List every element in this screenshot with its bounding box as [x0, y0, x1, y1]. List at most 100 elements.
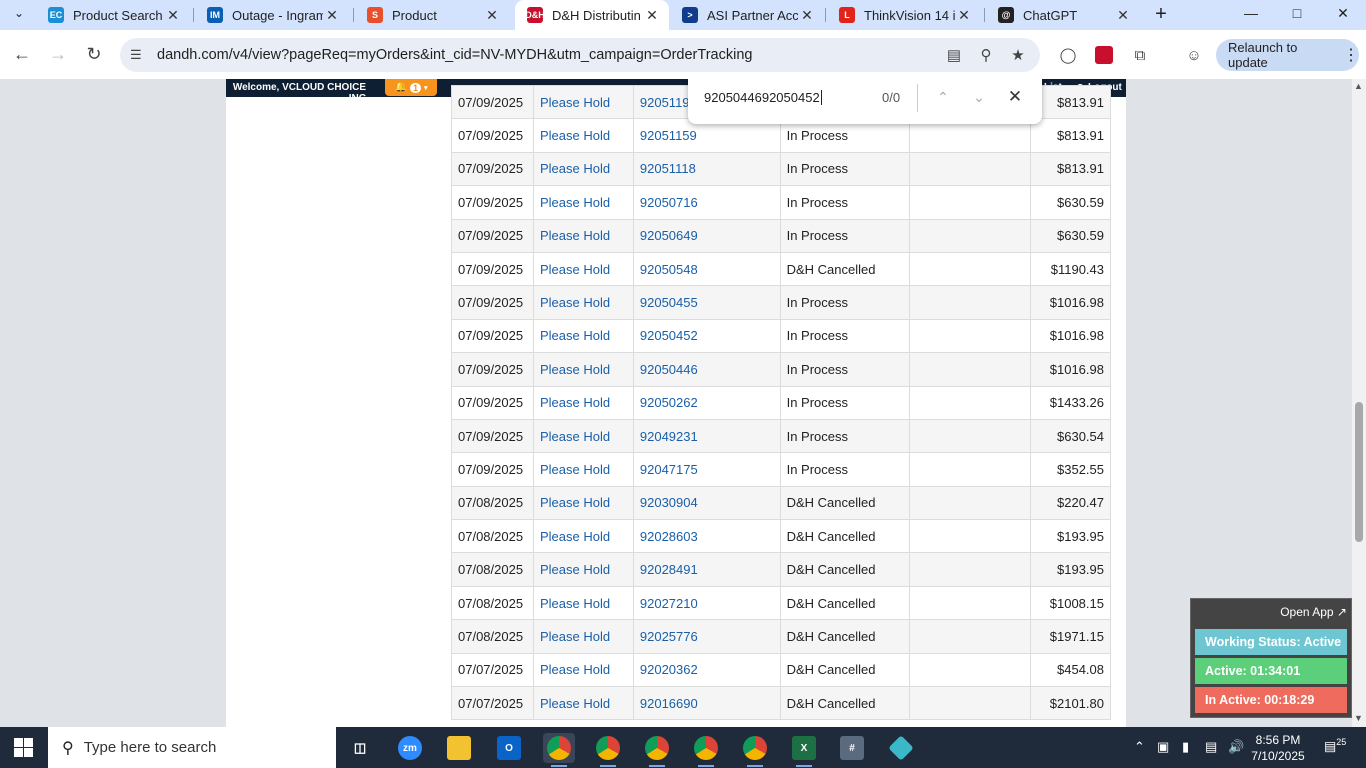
order-number-link[interactable]: 92027210 — [632, 585, 781, 621]
tab-close-icon[interactable]: ✕ — [323, 6, 341, 24]
order-action-link[interactable]: Please Hold — [532, 519, 634, 554]
forward-arrow-icon[interactable]: → — [46, 42, 70, 66]
system-clock[interactable]: 8:56 PM 7/10/2025 — [1248, 732, 1308, 764]
profile-avatar-icon[interactable]: ☺ — [1184, 45, 1204, 65]
new-tab-button[interactable]: + — [1150, 3, 1172, 25]
order-action-link[interactable]: Please Hold — [532, 452, 634, 487]
tab-close-icon[interactable]: ✕ — [164, 6, 182, 24]
network-icon[interactable]: ▤ — [1205, 739, 1217, 755]
find-previous-icon[interactable]: ⌃ — [932, 86, 954, 108]
order-number-link[interactable]: 92030904 — [632, 485, 781, 521]
page-search-icon[interactable]: ▤ — [944, 46, 964, 64]
order-action-link[interactable]: Please Hold — [532, 352, 634, 387]
order-number-link[interactable]: 92049231 — [632, 418, 781, 454]
order-number-link[interactable]: 92028491 — [632, 552, 781, 587]
find-next-icon[interactable]: ⌄ — [968, 86, 990, 108]
order-action-link[interactable]: Please Hold — [532, 652, 634, 688]
order-number-link[interactable]: 92025776 — [632, 619, 781, 654]
order-number-link[interactable]: 92020362 — [632, 652, 781, 688]
order-action-link[interactable]: Please Hold — [532, 151, 634, 187]
scroll-down-icon[interactable]: ▼ — [1354, 713, 1363, 723]
calculator-icon[interactable]: # — [836, 733, 868, 763]
address-bar[interactable]: ☰ dandh.com/v4/view?pageReq=myOrders&int… — [120, 38, 1040, 72]
show-hidden-icons-chevron-icon[interactable]: ⌃ — [1134, 739, 1145, 755]
scroll-up-icon[interactable]: ▲ — [1354, 81, 1363, 91]
globe-icon[interactable]: ◯ — [1058, 45, 1078, 65]
notification-center-icon[interactable]: ▤25 — [1324, 737, 1346, 754]
site-info-icon[interactable]: ☰ — [130, 47, 148, 63]
order-action-link[interactable]: Please Hold — [532, 251, 634, 287]
zoom-icon[interactable]: ⚲ — [976, 46, 996, 64]
tab-close-icon[interactable]: ✕ — [955, 6, 973, 24]
order-number-link[interactable]: 92047175 — [632, 452, 781, 487]
more-menu-icon[interactable]: ⋮ — [1343, 45, 1359, 65]
page-scrollbar[interactable]: ▲ ▼ — [1352, 79, 1366, 727]
meet-now-icon[interactable]: ▣ — [1157, 739, 1169, 755]
order-number-link[interactable]: 92050446 — [632, 352, 781, 387]
browser-tab[interactable]: L ThinkVision 14 ir ✕ — [827, 0, 981, 30]
chrome-icon-5[interactable] — [739, 733, 771, 767]
browser-tab[interactable]: D&H D&H Distributin ✕ — [515, 0, 669, 30]
scroll-thumb[interactable] — [1355, 402, 1363, 542]
order-number-link[interactable]: 92050649 — [632, 218, 781, 253]
order-action-link[interactable]: Please Hold — [532, 84, 634, 120]
order-number-link[interactable]: 92051118 — [632, 151, 781, 187]
order-action-link[interactable]: Please Hold — [532, 218, 634, 253]
order-action-link[interactable]: Please Hold — [532, 118, 634, 153]
order-action-link[interactable]: Please Hold — [532, 619, 634, 654]
volume-icon[interactable]: 🔊 — [1228, 739, 1244, 755]
tab-search-chevron-icon[interactable]: ⌄ — [6, 2, 32, 24]
browser-tab[interactable]: S Product ✕ — [355, 0, 509, 30]
minimize-button[interactable]: — — [1228, 0, 1274, 26]
outlook-icon[interactable]: O — [493, 733, 525, 763]
order-action-link[interactable]: Please Hold — [532, 385, 634, 420]
back-arrow-icon[interactable]: ← — [10, 42, 34, 66]
zoom-app-icon[interactable]: zm — [394, 733, 426, 763]
excel-icon[interactable]: X — [788, 733, 820, 767]
extensions-puzzle-icon[interactable]: ⧉ — [1130, 45, 1150, 65]
browser-tab[interactable]: IM Outage - Ingram ✕ — [195, 0, 349, 30]
order-number-link[interactable]: 92028603 — [632, 519, 781, 554]
browser-tab[interactable]: > ASI Partner Acce ✕ — [670, 0, 824, 30]
find-close-icon[interactable]: ✕ — [1004, 86, 1026, 108]
chrome-icon-1[interactable] — [543, 733, 575, 767]
battery-icon[interactable]: ▮ — [1182, 739, 1189, 755]
notification-button[interactable]: 🔔 1 ▾ — [385, 79, 437, 96]
bookmark-star-icon[interactable]: ★ — [1008, 46, 1028, 64]
chrome-icon-3[interactable] — [641, 733, 673, 767]
app-diamond-icon[interactable] — [885, 733, 917, 763]
order-number-link[interactable]: 92050716 — [632, 185, 781, 220]
close-window-button[interactable]: ✕ — [1320, 0, 1366, 26]
browser-tab[interactable]: EC Product Search F✕ — [36, 0, 190, 30]
order-number-link[interactable]: 92050455 — [632, 285, 781, 320]
order-action-link[interactable]: Please Hold — [532, 552, 634, 587]
taskbar-search-box[interactable]: ⚲ Type here to search — [48, 727, 336, 768]
order-action-link[interactable]: Please Hold — [532, 285, 634, 320]
find-input[interactable]: 9205044692050452 — [704, 90, 822, 105]
url-text[interactable]: dandh.com/v4/view?pageReq=myOrders&int_c… — [157, 47, 752, 63]
order-action-link[interactable]: Please Hold — [532, 485, 634, 521]
tab-close-icon[interactable]: ✕ — [1114, 6, 1132, 24]
order-action-link[interactable]: Please Hold — [532, 318, 634, 354]
reload-icon[interactable]: ↻ — [82, 42, 106, 66]
relaunch-button[interactable]: Relaunch to update ⋮ — [1216, 39, 1359, 71]
file-explorer-icon[interactable] — [443, 733, 475, 763]
order-action-link[interactable]: Please Hold — [532, 585, 634, 621]
order-number-link[interactable]: 92016690 — [632, 686, 781, 721]
browser-tab[interactable]: @ ChatGPT ✕ — [986, 0, 1140, 30]
order-number-link[interactable]: 92050262 — [632, 385, 781, 420]
order-number-link[interactable]: 92050452 — [632, 318, 781, 354]
windows-start-icon[interactable] — [14, 738, 34, 758]
tab-close-icon[interactable]: ✕ — [483, 6, 501, 24]
task-view-icon[interactable]: ◫ — [344, 733, 376, 763]
chrome-icon-2[interactable] — [592, 733, 624, 767]
order-number-link[interactable]: 92050548 — [632, 251, 781, 287]
maximize-button[interactable]: □ — [1274, 0, 1320, 26]
pdf-extension-icon[interactable] — [1094, 45, 1114, 65]
chrome-icon-4[interactable] — [690, 733, 722, 767]
open-app-link[interactable]: Open App ↗ — [1280, 605, 1347, 619]
tab-close-icon[interactable]: ✕ — [643, 6, 661, 24]
order-action-link[interactable]: Please Hold — [532, 185, 634, 220]
order-action-link[interactable]: Please Hold — [532, 686, 634, 721]
order-action-link[interactable]: Please Hold — [532, 418, 634, 454]
